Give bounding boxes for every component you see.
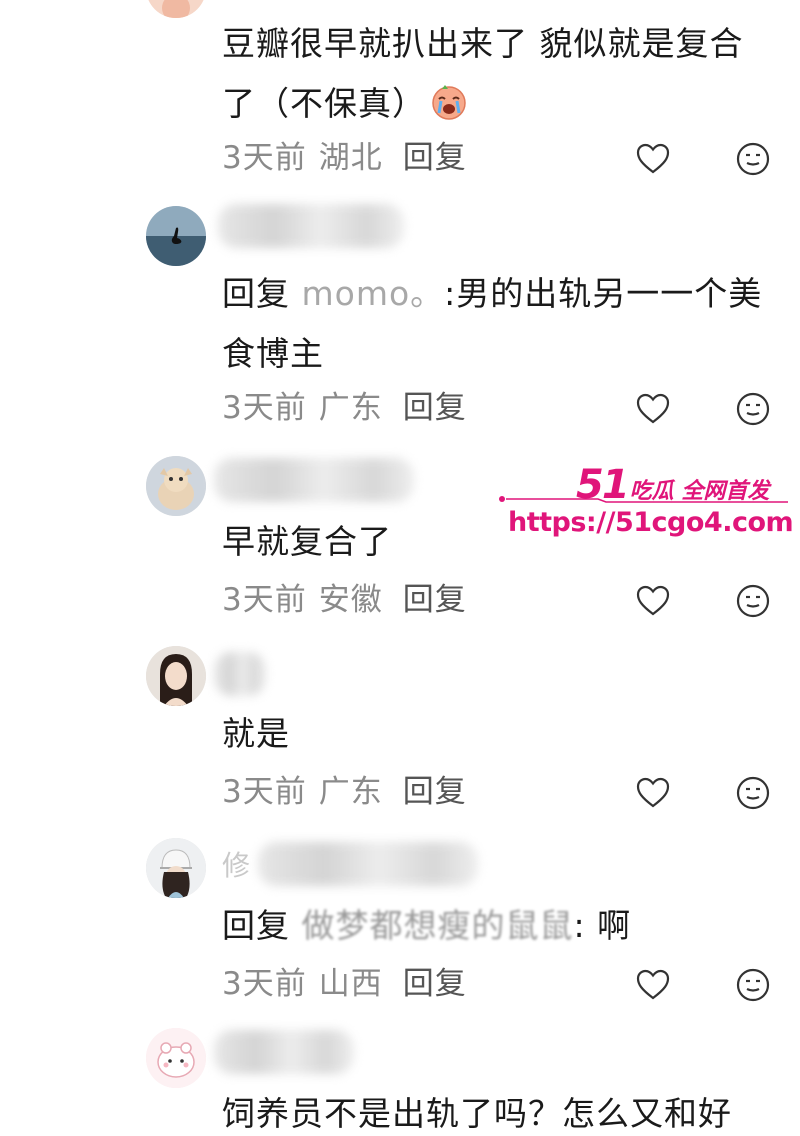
blurred-nickname [214, 652, 266, 696]
neutral-face-icon[interactable] [735, 141, 771, 177]
heart-outline-icon[interactable] [635, 775, 671, 811]
comment-location: 广东 [318, 774, 383, 810]
avatar[interactable] [146, 0, 206, 18]
heart-outline-icon[interactable] [635, 141, 671, 177]
comment-time: 3天前 [222, 582, 307, 618]
blurred-nickname [214, 458, 414, 502]
neutral-face-icon[interactable] [735, 583, 771, 619]
comment-location: 安徽 [318, 582, 383, 618]
reply-button[interactable]: 回复 [403, 140, 467, 176]
reply-button[interactable]: 回复 [403, 582, 467, 618]
avatar[interactable] [146, 1028, 206, 1088]
avatar[interactable] [146, 838, 206, 898]
reply-to-user[interactable]: momo。 [302, 274, 445, 313]
reply-prefix: 回复 [222, 906, 290, 945]
comment-time: 3天前 [222, 390, 307, 426]
reply-button[interactable]: 回复 [403, 774, 467, 810]
reply-button[interactable]: 回复 [403, 390, 467, 426]
crying-face-emoji [430, 80, 468, 120]
neutral-face-icon[interactable] [735, 391, 771, 427]
neutral-face-icon[interactable] [735, 775, 771, 811]
neutral-face-icon[interactable] [735, 967, 771, 1003]
blurred-nickname [258, 842, 478, 886]
watermark-divider [499, 496, 788, 503]
heart-outline-icon[interactable] [635, 391, 671, 427]
reply-prefix: 回复 [222, 274, 290, 313]
watermark-url: https://51cgo4.com [508, 507, 794, 538]
reply-colon: : [444, 274, 457, 313]
comment-location: 湖北 [318, 140, 383, 176]
comment-location: 广东 [318, 390, 383, 426]
avatar[interactable] [146, 456, 206, 516]
comment-meta: 3天前 安徽 回复 [222, 578, 467, 622]
blurred-nickname [218, 204, 404, 248]
comment-text: 回复 momo。:男的出轨另一一个美食博主 [222, 264, 764, 384]
comment-body: 早就复合了 [222, 522, 392, 561]
nickname-visible: 修 [222, 849, 251, 882]
comment-text: 就是 [222, 704, 764, 764]
comment-body: 就是 [222, 714, 290, 753]
blurred-nickname [214, 1030, 354, 1074]
reply-to-user[interactable]: 做梦都想瘦的鼠鼠 [302, 906, 574, 945]
comment-time: 3天前 [222, 774, 307, 810]
comment-text: 回复 做梦都想瘦的鼠鼠: 啊 [222, 896, 764, 956]
reply-button[interactable]: 回复 [403, 966, 467, 1002]
avatar[interactable] [146, 646, 206, 706]
comment-meta: 3天前 广东 回复 [222, 770, 467, 814]
comment-meta: 3天前 山西 回复 [222, 962, 467, 1006]
comment-text: 豆瓣很早就扒出来了 貌似就是复合了（不保真） [222, 24, 744, 123]
comment-time: 3天前 [222, 966, 307, 1002]
heart-outline-icon[interactable] [635, 583, 671, 619]
comment-meta: 3天前 湖北 回复 [222, 136, 467, 180]
comment-location: 山西 [318, 966, 383, 1002]
comment-time: 3天前 [222, 140, 307, 176]
avatar[interactable] [146, 206, 206, 266]
comment-meta: 3天前 广东 回复 [222, 386, 467, 430]
reply-colon: : [573, 906, 586, 945]
comment-text: 饲养员不是出轨了吗？怎么又和好 [222, 1094, 732, 1133]
heart-outline-icon[interactable] [635, 967, 671, 1003]
comment-body: 啊 [597, 906, 632, 945]
